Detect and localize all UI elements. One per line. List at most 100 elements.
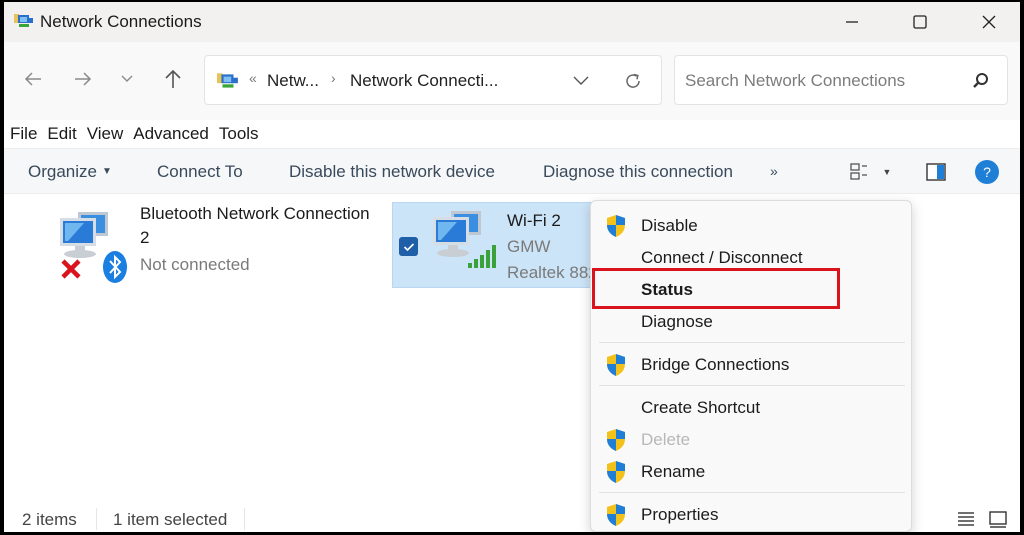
connection-network: GMW [507, 237, 551, 256]
menu-item-delete: Delete [591, 425, 911, 455]
help-button[interactable]: ? [974, 159, 1000, 185]
menu-item-label: Properties [641, 505, 719, 524]
connection-item-wifi[interactable]: Wi-Fi 2 GMW Realtek 882 [392, 202, 607, 288]
connection-name: Bluetooth Network Connection [140, 204, 370, 223]
view-options-icon [850, 163, 867, 180]
svg-text:?: ? [983, 164, 991, 180]
menu-item-bridge-connections[interactable]: Bridge Connections [591, 350, 911, 380]
more-commands-button[interactable]: » [770, 163, 778, 179]
network-connections-app-icon [14, 14, 33, 27]
network-folder-icon [217, 73, 238, 88]
address-bar[interactable]: « Netw... › Network Connecti... [204, 55, 662, 105]
navigation-bar: « Netw... › Network Connecti... [4, 42, 1020, 120]
close-icon [982, 15, 996, 29]
large-icons-view-icon [989, 511, 1007, 528]
back-arrow-icon [24, 72, 41, 86]
organize-button[interactable]: Organize ▼ [28, 162, 112, 182]
breadcrumb-overflow[interactable]: « [249, 70, 257, 86]
status-divider [96, 508, 97, 530]
bluetooth-icon [103, 251, 127, 283]
window-title: Network Connections [40, 12, 202, 31]
menu-tools[interactable]: Tools [219, 124, 259, 144]
chevron-down-icon [573, 76, 589, 85]
details-view-icon [958, 512, 974, 526]
breadcrumb-separator[interactable]: › [331, 70, 336, 86]
menu-item-label: Rename [641, 462, 706, 481]
menu-item-label: Connect / Disconnect [641, 248, 803, 267]
status-highlight-annotation [592, 268, 840, 309]
maximize-button[interactable] [897, 2, 943, 42]
menu-separator [599, 492, 905, 493]
connect-to-button[interactable]: Connect To [157, 162, 243, 182]
refresh-button[interactable] [619, 68, 647, 94]
organize-label: Organize [28, 162, 97, 181]
menu-item-diagnose[interactable]: Diagnose [591, 307, 911, 337]
menu-view[interactable]: View [87, 124, 124, 144]
menu-item-label: Diagnose [641, 312, 713, 331]
menu-item-label: Bridge Connections [641, 355, 790, 374]
caret-down-icon: ▼ [882, 167, 892, 177]
menu-item-properties[interactable]: Properties [591, 500, 911, 530]
menu-separator [599, 385, 905, 386]
maximize-icon [913, 15, 927, 29]
chevron-down-icon [121, 75, 133, 82]
preview-pane-icon [926, 163, 946, 181]
menu-item-disable[interactable]: Disable [591, 211, 911, 241]
large-icons-view-button[interactable] [986, 507, 1010, 531]
breadcrumb-item-network[interactable]: Netw... [267, 71, 319, 91]
connection-name-line2: 2 [140, 228, 150, 247]
menu-edit[interactable]: Edit [47, 124, 76, 144]
preview-pane-button[interactable] [924, 159, 948, 185]
status-divider [244, 508, 245, 530]
close-button[interactable] [966, 2, 1012, 42]
up-arrow-icon [165, 69, 181, 88]
menu-item-label: Delete [641, 430, 691, 449]
diagnose-connection-button[interactable]: Diagnose this connection [543, 162, 733, 182]
selection-count: 1 item selected [113, 510, 228, 529]
menu-item-create-shortcut[interactable]: Create Shortcut [591, 393, 911, 423]
refresh-icon [626, 73, 640, 88]
forward-button[interactable] [68, 64, 98, 94]
menu-item-label: Create Shortcut [641, 398, 761, 417]
command-bar: Organize ▼ Connect To Disable this networ… [4, 148, 1020, 194]
breadcrumb-item-network-connections[interactable]: Network Connecti... [350, 71, 498, 91]
checkmark-icon [403, 242, 414, 251]
uac-shield-icon [607, 429, 625, 451]
menu-separator [599, 342, 905, 343]
minimize-icon [846, 21, 858, 23]
minimize-button[interactable] [829, 2, 875, 42]
back-button[interactable] [18, 64, 48, 94]
up-button[interactable] [158, 64, 188, 94]
menu-file[interactable]: File [10, 124, 37, 144]
details-view-button[interactable] [954, 507, 978, 531]
connection-status: Not connected [140, 255, 250, 274]
connection-item-bluetooth[interactable]: Bluetooth Network Connection 2 Not conne… [44, 202, 389, 290]
uac-shield-icon [607, 504, 625, 526]
change-view-button[interactable] [848, 159, 872, 185]
forward-arrow-icon [75, 72, 92, 86]
search-input[interactable] [685, 68, 955, 94]
context-menu: Disable Connect / Disconnect Status Diag… [590, 200, 912, 532]
menu-item-label: Disable [641, 216, 698, 235]
uac-shield-icon [607, 215, 625, 237]
connection-adapter: Realtek 882 [507, 263, 598, 282]
help-icon: ? [975, 160, 999, 184]
caret-down-icon: ▼ [101, 166, 112, 177]
search-box[interactable] [674, 55, 1008, 105]
wifi-signal-bars-icon [468, 245, 496, 268]
menu-advanced[interactable]: Advanced [133, 124, 209, 144]
search-icon[interactable] [969, 70, 991, 92]
disable-device-button[interactable]: Disable this network device [289, 162, 495, 182]
menu-item-rename[interactable]: Rename [591, 457, 911, 487]
item-count: 2 items [22, 510, 77, 529]
selection-checkbox[interactable] [399, 237, 418, 256]
uac-shield-icon [607, 354, 625, 376]
connection-name: Wi-Fi 2 [507, 211, 561, 230]
recent-locations-button[interactable] [112, 64, 142, 94]
view-dropdown-button[interactable]: ▼ [880, 159, 894, 185]
menu-bar: File Edit View Advanced Tools [4, 120, 1020, 148]
title-bar: Network Connections [4, 2, 1020, 42]
disconnected-x-icon [61, 259, 81, 279]
uac-shield-icon [607, 461, 625, 483]
address-dropdown-button[interactable] [567, 68, 595, 94]
